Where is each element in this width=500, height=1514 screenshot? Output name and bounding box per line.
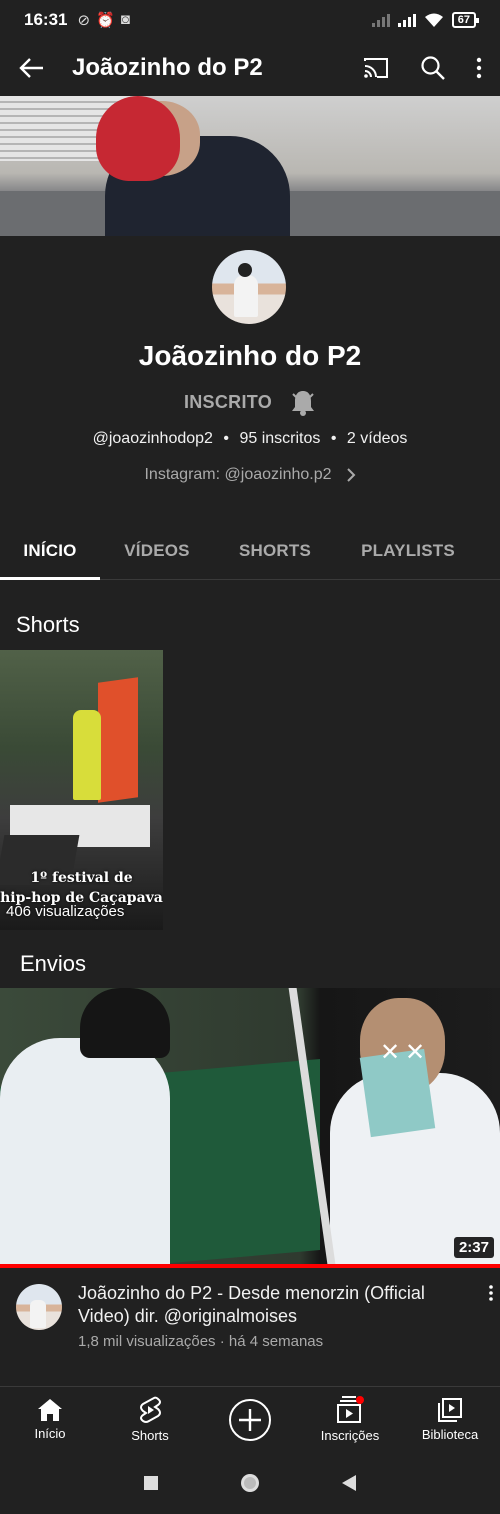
home-button-icon[interactable] — [239, 1472, 261, 1494]
uploads-section-title: Envios — [20, 951, 87, 976]
chevron-right-icon — [346, 468, 355, 482]
signal-sim2-icon — [397, 13, 416, 27]
shorts-icon — [140, 1396, 161, 1423]
nav-library[interactable]: Biblioteca — [400, 1387, 500, 1452]
cast-icon[interactable] — [362, 56, 390, 80]
home-icon — [38, 1399, 62, 1421]
video-metadata: 1,8 mil visualizações · há 4 semanas — [78, 1333, 324, 1350]
more-vert-icon[interactable] — [476, 57, 482, 79]
channel-handle: @joaozinhodop2 — [92, 430, 213, 447]
create-icon — [229, 1398, 271, 1441]
channel-avatar[interactable] — [212, 250, 286, 324]
nav-subscriptions-label: Inscrições — [320, 1428, 380, 1443]
tab-playlists[interactable]: PLAYLISTS — [336, 522, 480, 579]
do-not-disturb-icon: ⊘ — [77, 12, 91, 29]
video-more-icon[interactable] — [488, 1284, 494, 1302]
back-arrow-icon[interactable] — [18, 57, 44, 79]
recents-button-icon[interactable] — [143, 1475, 159, 1491]
bottom-navigation: Início Shorts Inscrições Biblioteca — [0, 1386, 500, 1452]
channel-name: Joãozinho do P2 — [138, 340, 362, 371]
watch-progress-bar — [0, 1264, 500, 1268]
nav-create[interactable] — [200, 1387, 300, 1452]
wifi-icon — [424, 13, 443, 27]
short-card[interactable]: 1º festival de hip-hop de Caçapava 406 v… — [0, 650, 163, 930]
signal-sim1-icon — [371, 13, 390, 27]
search-icon[interactable] — [420, 55, 446, 81]
instagram-notification-icon: ◙ — [120, 11, 130, 28]
library-icon — [438, 1398, 462, 1422]
video-channel-avatar[interactable] — [16, 1284, 62, 1330]
app-bar-title: Joãozinho do P2 — [72, 54, 263, 81]
nav-home[interactable]: Início — [0, 1387, 100, 1452]
video-age: há 4 semanas — [228, 1333, 324, 1350]
channel-tabs: INÍCIO VÍDEOS SHORTS PLAYLISTS — [0, 522, 500, 580]
status-time: 16:31 — [24, 10, 68, 29]
app-bar: Joãozinho do P2 — [0, 40, 500, 96]
video-views: 1,8 mil visualizações — [78, 1333, 216, 1350]
video-duration: 2:37 — [453, 1237, 494, 1258]
subscriptions-icon — [337, 1396, 364, 1423]
battery-icon: 67 — [451, 12, 480, 28]
tab-videos[interactable]: VÍDEOS — [100, 522, 214, 579]
status-bar: 16:31 ⊘ ⏰ ◙ 67 — [0, 0, 500, 40]
channel-banner — [0, 96, 500, 236]
nav-shorts[interactable]: Shorts — [100, 1387, 200, 1452]
status-notification-icons: ⊘ ⏰ ◙ — [77, 11, 129, 29]
channel-link-text: Instagram: @joaozinho.p2 — [144, 466, 332, 483]
alarm-icon: ⏰ — [96, 12, 115, 29]
nav-home-label: Início — [34, 1426, 66, 1441]
tab-shorts[interactable]: SHORTS — [214, 522, 336, 579]
notification-bell-icon[interactable] — [290, 388, 316, 416]
subscribe-row: INSCRITO — [0, 388, 500, 416]
back-button-icon[interactable] — [341, 1474, 357, 1492]
system-navigation-bar — [0, 1452, 500, 1514]
channel-links[interactable]: Instagram: @joaozinho.p2 — [0, 466, 500, 484]
channel-stats: @joaozinhodop2 • 95 inscritos • 2 vídeos — [92, 430, 408, 447]
subscriber-count: 95 inscritos — [239, 430, 321, 447]
nav-library-label: Biblioteca — [421, 1427, 479, 1442]
subscribed-button[interactable]: INSCRITO — [184, 392, 272, 413]
video-count: 2 vídeos — [346, 430, 408, 447]
shorts-section-title: Shorts — [16, 612, 80, 637]
short-thumbnail-caption: 1º festival de hip-hop de Caçapava — [0, 870, 163, 906]
video-title[interactable]: Joãozinho do P2 - Desde menorzin (Offici… — [78, 1282, 468, 1328]
video-thumbnail[interactable]: ✕ ✕ 2:37 — [0, 988, 500, 1264]
nav-shorts-label: Shorts — [131, 1428, 169, 1443]
tab-inicio[interactable]: INÍCIO — [0, 522, 100, 580]
nav-subscriptions[interactable]: Inscrições — [300, 1387, 400, 1452]
short-view-count: 406 visualizações — [6, 903, 125, 920]
